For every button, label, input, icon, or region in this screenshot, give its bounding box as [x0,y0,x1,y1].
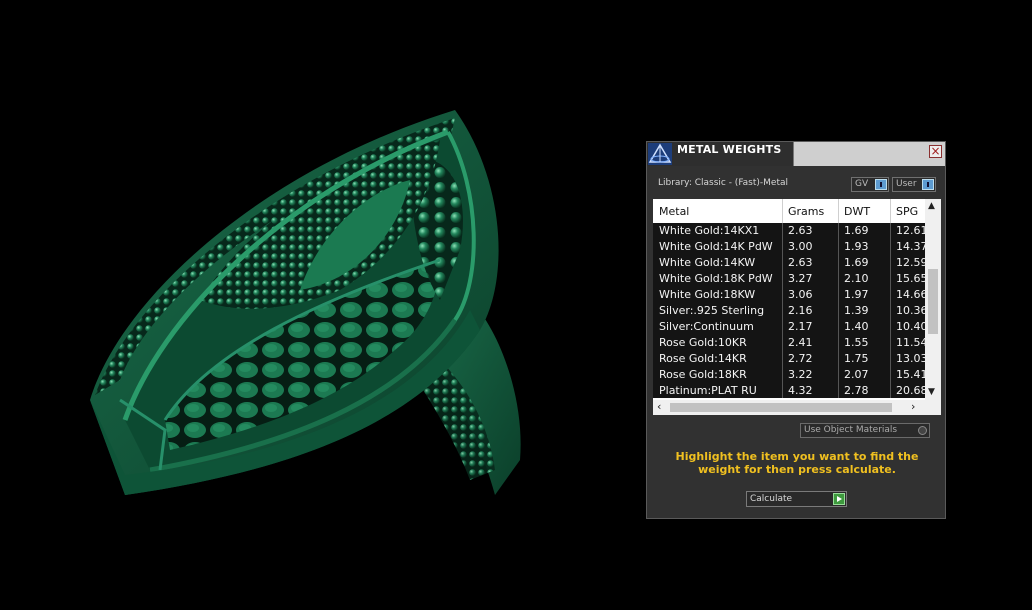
cell-spg: 11.54 [896,336,925,349]
radio-dot-icon [918,426,927,435]
user-toggle[interactable]: User [892,177,936,192]
cell-dwt: 2.10 [844,272,869,285]
vertical-scrollbar[interactable]: ▲ ▼ [925,199,941,400]
cell-spg: 14.37 [896,240,925,253]
cell-metal: White Gold:14KW [659,256,756,269]
cell-spg: 15.65 [896,272,925,285]
cell-metal: White Gold:14KX1 [659,224,760,237]
table-row[interactable]: White Gold:14KW 2.63 1.69 12.59 [653,255,925,271]
cell-dwt: 1.69 [844,224,869,237]
column-header-dwt[interactable]: DWT [844,205,870,218]
table-row[interactable]: Platinum:PLAT RU 4.32 2.78 20.68 [653,383,925,398]
cell-dwt: 1.55 [844,336,869,349]
cell-spg: 10.40 [896,320,925,333]
table-row[interactable]: Rose Gold:14KR 2.72 1.75 13.03 [653,351,925,367]
cell-metal: Silver:.925 Sterling [659,304,765,317]
cell-grams: 4.32 [788,384,813,397]
chevron-down-icon[interactable]: ▼ [928,387,935,397]
table-row[interactable]: White Gold:14K PdW 3.00 1.93 14.37 [653,239,925,255]
scrollbar-corner [925,400,941,415]
cell-grams: 2.72 [788,352,813,365]
cell-spg: 14.66 [896,288,925,301]
column-header-grams[interactable]: Grams [788,205,824,218]
table-row[interactable]: Rose Gold:18KR 3.22 2.07 15.41 [653,367,925,383]
table-row[interactable]: Silver:.925 Sterling 2.16 1.39 10.36 [653,303,925,319]
table-row[interactable]: White Gold:14KX1 2.63 1.69 12.61 [653,223,925,239]
horizontal-scrollbar[interactable]: ‹ › [653,400,925,415]
cell-dwt: 1.75 [844,352,869,365]
cell-spg: 20.68 [896,384,925,397]
cell-spg: 12.61 [896,224,925,237]
cell-metal: White Gold:14K PdW [659,240,773,253]
cell-dwt: 1.69 [844,256,869,269]
cell-dwt: 1.93 [844,240,869,253]
cell-grams: 3.06 [788,288,813,301]
cell-dwt: 2.07 [844,368,869,381]
cell-dwt: 2.78 [844,384,869,397]
vertical-scroll-thumb[interactable] [928,269,938,334]
cell-metal: White Gold:18KW [659,288,756,301]
title-tab: METAL WEIGHTS [647,142,794,166]
close-icon[interactable]: × [929,145,942,158]
panel-titlebar[interactable]: METAL WEIGHTS × [647,142,945,166]
cell-metal: Rose Gold:14KR [659,352,747,365]
cell-metal: Platinum:PLAT RU [659,384,757,397]
cell-spg: 15.41 [896,368,925,381]
cell-spg: 10.36 [896,304,925,317]
cell-grams: 2.63 [788,224,813,237]
table-row[interactable]: White Gold:18KW 3.06 1.97 14.66 [653,287,925,303]
calculate-button[interactable]: Calculate [746,491,847,507]
table-row[interactable]: White Gold:18K PdW 3.27 2.10 15.65 [653,271,925,287]
3d-viewport[interactable] [0,0,640,606]
table-header: Metal Grams DWT SPG [653,199,925,223]
cell-spg: 13.03 [896,352,925,365]
cell-grams: 3.00 [788,240,813,253]
cell-grams: 2.63 [788,256,813,269]
chevron-right-icon[interactable]: › [911,400,915,413]
metal-weights-panel: METAL WEIGHTS × Library: Classic - (Fast… [646,141,946,519]
cell-grams: 2.41 [788,336,813,349]
play-arrow-icon [833,493,845,505]
cell-grams: 2.16 [788,304,813,317]
pyramid-logo-icon [648,143,672,165]
cell-metal: Silver:Continuum [659,320,754,333]
column-header-metal[interactable]: Metal [659,205,689,218]
toggle-knob-icon [875,179,887,190]
metal-table: Metal Grams DWT SPG White Gold:14KX1 2.63… [653,199,941,415]
horizontal-scroll-thumb[interactable] [670,403,892,412]
cell-metal: Rose Gold:10KR [659,336,747,349]
cell-dwt: 1.39 [844,304,869,317]
chevron-left-icon[interactable]: ‹ [657,400,661,413]
cell-dwt: 1.40 [844,320,869,333]
library-label: Library: Classic - (Fast)-Metal [658,178,789,188]
use-object-materials-label: Use Object Materials [804,425,898,435]
cell-grams: 3.27 [788,272,813,285]
panel-title: METAL WEIGHTS [677,143,782,156]
column-header-spg[interactable]: SPG [896,205,918,218]
table-row[interactable]: Rose Gold:10KR 2.41 1.55 11.54 [653,335,925,351]
gv-toggle[interactable]: GV [851,177,889,192]
cell-grams: 2.17 [788,320,813,333]
table-body: White Gold:14KX1 2.63 1.69 12.61 White Gold:… [653,223,925,398]
cell-metal: White Gold:18K PdW [659,272,773,285]
toggle-knob-icon [922,179,934,190]
ring-render [90,110,521,495]
cell-metal: Rose Gold:18KR [659,368,747,381]
calculate-label: Calculate [750,494,793,504]
use-object-materials-toggle[interactable]: Use Object Materials [800,423,930,438]
user-toggle-label: User [896,179,917,189]
chevron-up-icon[interactable]: ▲ [928,201,935,211]
cell-spg: 12.59 [896,256,925,269]
gv-toggle-label: GV [855,179,869,189]
cell-grams: 3.22 [788,368,813,381]
hint-text: Highlight the item you want to find the … [675,450,919,476]
cell-dwt: 1.97 [844,288,869,301]
table-row[interactable]: Silver:Continuum 2.17 1.40 10.40 [653,319,925,335]
